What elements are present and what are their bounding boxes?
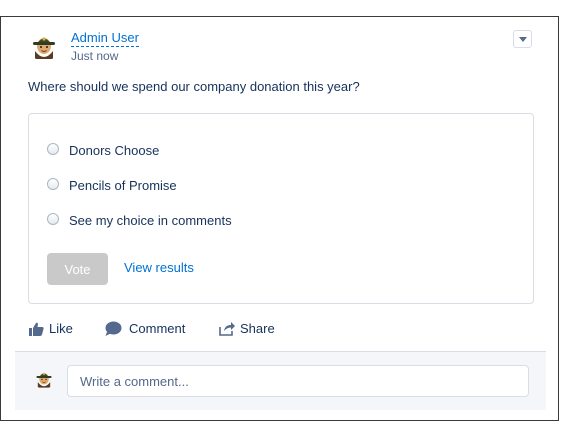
view-results-link[interactable]: View results <box>124 260 194 275</box>
share-button[interactable]: Share <box>219 321 275 336</box>
comment-button[interactable]: Comment <box>105 321 185 336</box>
poll-option-label: See my choice in comments <box>69 213 232 228</box>
post-menu-button[interactable] <box>513 30 532 48</box>
ranger-avatar-icon <box>33 367 55 389</box>
comment-bubble-icon <box>105 321 122 336</box>
post-actions-bar: Like Comment Share <box>1 321 558 339</box>
author-name-link[interactable]: Admin User <box>71 30 139 47</box>
poll-option-label: Donors Choose <box>69 143 160 158</box>
chevron-down-icon <box>518 36 527 42</box>
share-icon <box>219 322 235 336</box>
poll-option-label: Pencils of Promise <box>69 178 177 193</box>
radio-button[interactable] <box>47 178 59 190</box>
author-avatar[interactable] <box>28 29 60 61</box>
vote-button[interactable]: Vote <box>47 253 108 285</box>
current-user-avatar <box>33 367 55 389</box>
poll-option[interactable]: Donors Choose <box>47 143 159 158</box>
share-label: Share <box>240 321 275 336</box>
like-button[interactable]: Like <box>29 321 73 336</box>
ranger-avatar-icon <box>28 29 60 61</box>
like-label: Like <box>49 321 73 336</box>
poll-option[interactable]: See my choice in comments <box>47 213 232 228</box>
comment-label: Comment <box>129 321 186 336</box>
poll-option[interactable]: Pencils of Promise <box>47 178 177 193</box>
comment-footer <box>15 351 546 410</box>
radio-button[interactable] <box>47 143 59 155</box>
poll-question: Where should we spend our company donati… <box>28 79 360 94</box>
comment-input[interactable] <box>67 365 529 397</box>
feed-post-card: Admin User Just now Where should we spen… <box>0 16 559 421</box>
thumbs-up-icon <box>29 322 44 336</box>
radio-button[interactable] <box>47 213 59 225</box>
poll-container: Donors Choose Pencils of Promise See my … <box>28 113 534 304</box>
post-timestamp: Just now <box>71 49 119 63</box>
